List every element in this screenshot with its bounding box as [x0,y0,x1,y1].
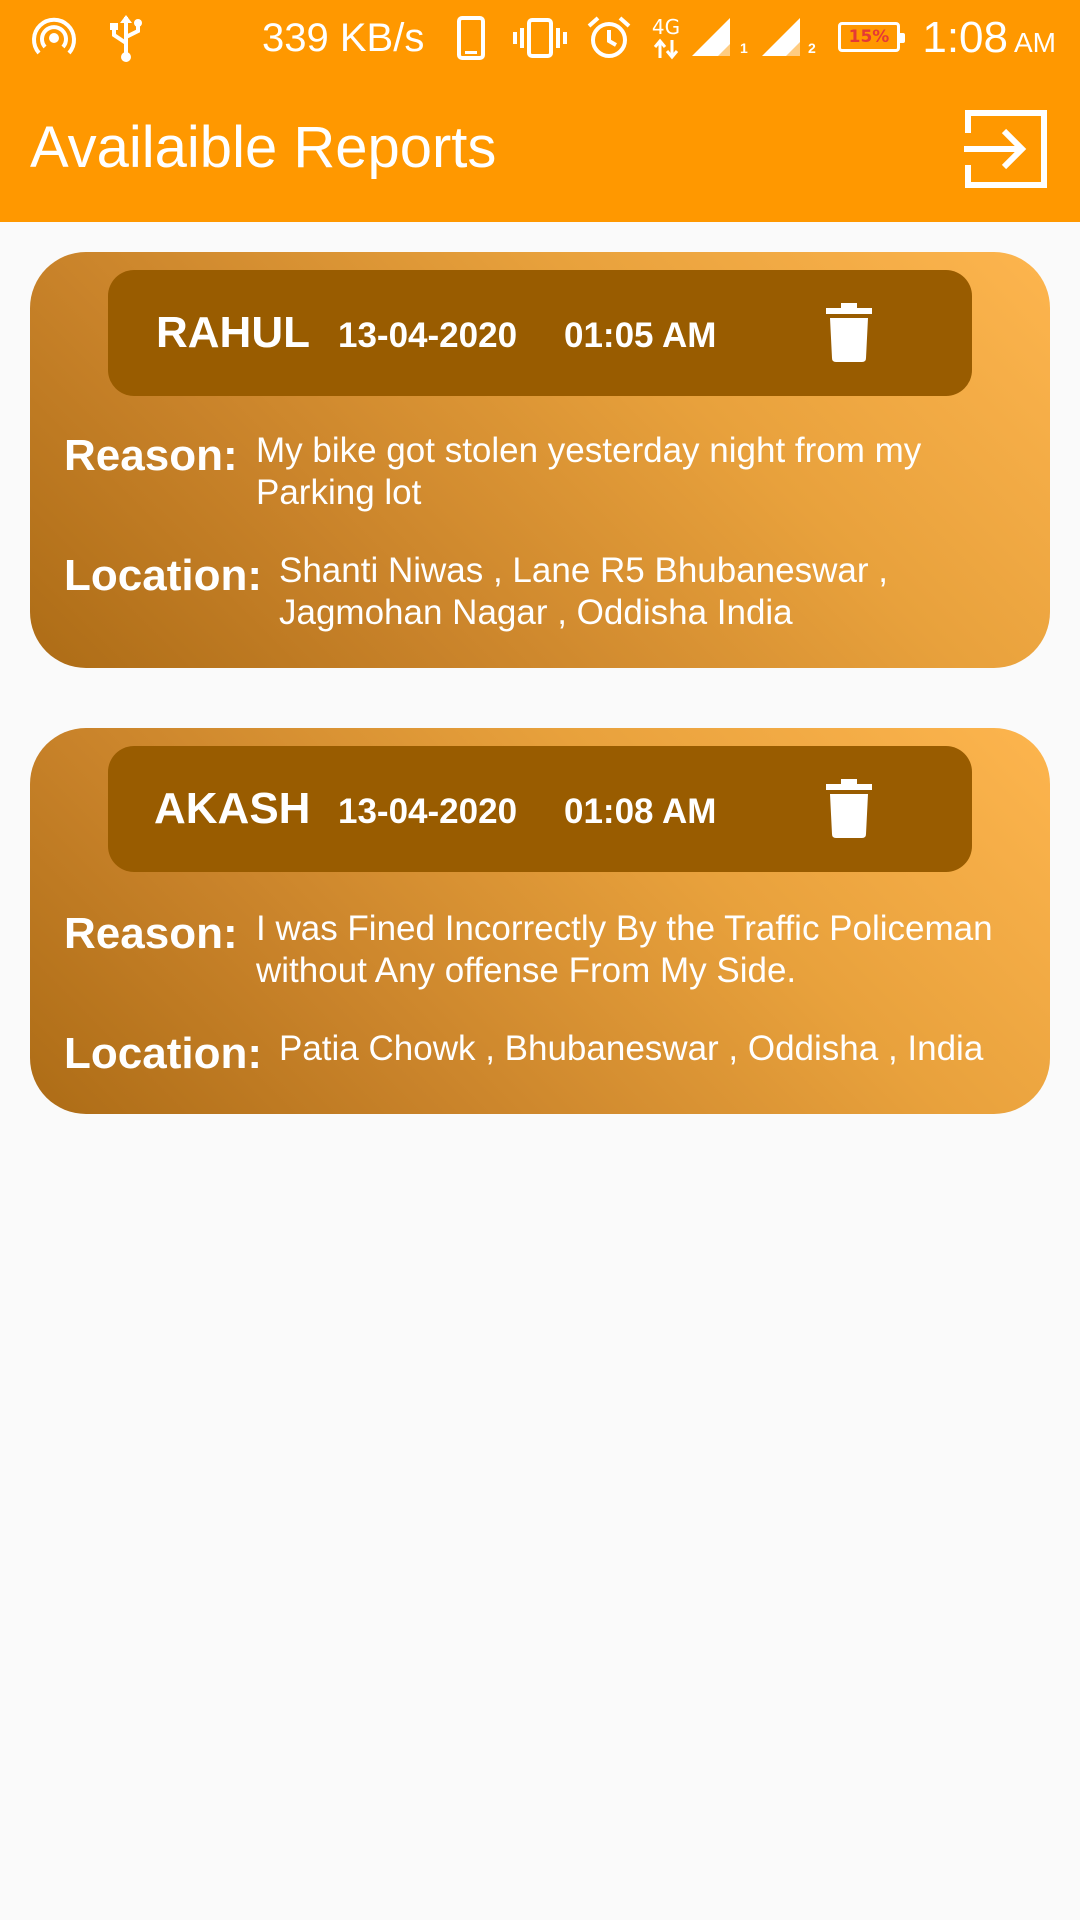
clock-time: 1:08 [922,13,1008,62]
reporter-name: RAHUL [156,308,310,357]
report-date: 13-04-2020 [338,316,518,355]
location-label: Location: [64,551,262,600]
reporter-name: AKASH [154,784,311,833]
reason-label: Reason: [64,431,238,480]
report-card[interactable]: RAHUL 13-04-2020 01:05 AM Reason: My bik… [30,252,1050,668]
report-card-header: RAHUL 13-04-2020 01:05 AM [108,270,972,396]
trash-icon [826,303,872,362]
location-text: Shanti Niwas , Lane R5 Bhubaneswar , Jag… [279,551,888,632]
phone-icon [454,12,488,64]
hotspot-icon [28,12,80,64]
status-bar: 339 KB/s 4G 1 2 15% 1:08 AM [0,0,1080,76]
network-type-label: 4G [651,15,681,39]
report-date: 13-04-2020 [338,792,518,831]
sim2-label: 2 [808,40,816,56]
trash-icon [826,779,872,838]
page-title: Availaible Reports [30,115,497,180]
location-label: Location: [64,1029,262,1078]
battery-icon: 15% [838,22,905,52]
logout-button[interactable] [964,106,1050,192]
network-speed: 339 KB/s [262,16,425,60]
vibrate-icon [512,12,568,64]
clock-ampm: AM [1014,27,1056,58]
signal-icon: 1 [690,12,748,64]
report-card-header: AKASH 13-04-2020 01:08 AM [108,746,972,872]
reason-text: My bike got stolen yesterday night from … [256,431,922,512]
usb-icon [104,12,148,64]
reason-label: Reason: [64,909,238,958]
delete-button[interactable] [824,778,874,840]
location-text: Patia Chowk , Bhubaneswar , Oddisha , In… [279,1029,984,1068]
report-time: 01:05 AM [564,316,717,355]
battery-level: 15% [848,27,890,47]
alarm-icon [584,12,634,64]
sim1-label: 1 [740,40,748,56]
app-bar: Availaible Reports [0,76,1080,222]
reason-text: I was Fined Incorrectly By the Traffic P… [256,909,993,990]
clock: 1:08 AM [922,8,1056,73]
logout-icon [964,110,1047,188]
signal-icon: 2 [758,12,816,64]
report-time: 01:08 AM [564,792,717,831]
delete-button[interactable] [824,302,874,364]
4g-icon: 4G [648,12,684,64]
report-card[interactable]: AKASH 13-04-2020 01:08 AM Reason: I was … [30,728,1050,1114]
